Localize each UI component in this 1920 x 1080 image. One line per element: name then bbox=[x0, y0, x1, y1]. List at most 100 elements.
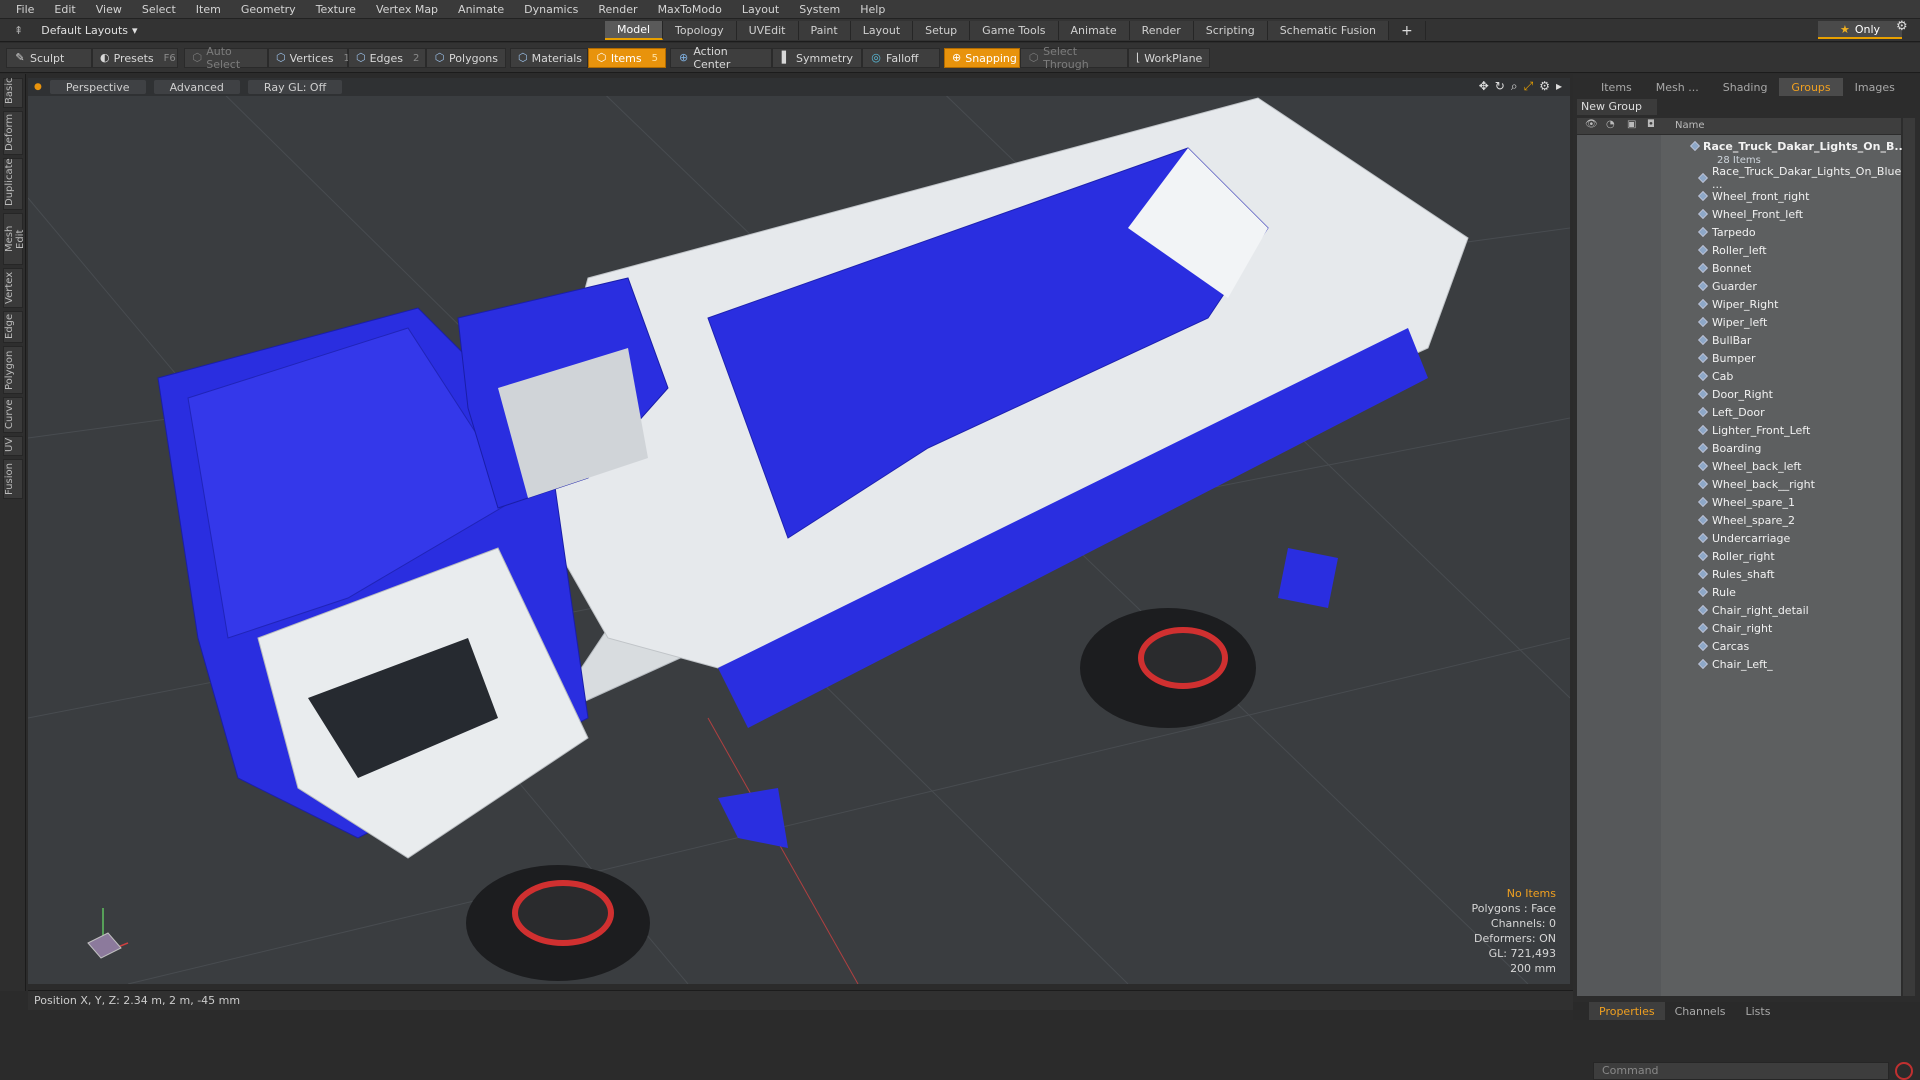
right-tab-shading[interactable]: Shading bbox=[1711, 78, 1780, 96]
menu-item-select[interactable]: Select bbox=[132, 0, 186, 19]
left-tab-mesh-edit[interactable]: Mesh Edit bbox=[3, 213, 26, 265]
left-tab-fusion[interactable]: Fusion bbox=[3, 459, 23, 499]
list-item[interactable]: Wheel_back_left bbox=[1577, 457, 1901, 475]
tab-layout[interactable]: Layout bbox=[850, 21, 914, 40]
rotate-icon[interactable]: ↻ bbox=[1495, 79, 1505, 94]
pan-icon[interactable]: ✥ bbox=[1479, 79, 1489, 94]
sculpt-button[interactable]: ✎ Sculpt bbox=[6, 48, 92, 68]
action-center-button[interactable]: ⊕ Action Center bbox=[670, 45, 772, 71]
right-tab-groups[interactable]: Groups bbox=[1779, 78, 1843, 96]
polygons-button[interactable]: ⬡ Polygons bbox=[426, 48, 506, 68]
advanced-button[interactable]: Advanced bbox=[153, 80, 240, 94]
presets-button[interactable]: ◐ Presets F6 bbox=[92, 48, 178, 68]
menu-item-geometry[interactable]: Geometry bbox=[231, 0, 306, 19]
list-item[interactable]: Wheel_spare_1 bbox=[1577, 493, 1901, 511]
tab-schematic-fusion[interactable]: Schematic Fusion bbox=[1267, 21, 1390, 40]
list-item[interactable]: Wheel_front_right bbox=[1577, 187, 1901, 205]
list-item[interactable]: Race_Truck_Dakar_Lights_On_Blue ... bbox=[1577, 165, 1901, 191]
list-item[interactable]: Rule bbox=[1577, 583, 1901, 601]
left-tab-vertex[interactable]: Vertex bbox=[3, 268, 23, 308]
command-record-icon[interactable] bbox=[1895, 1062, 1913, 1080]
right-tab-images[interactable]: Images bbox=[1843, 78, 1907, 96]
items-button[interactable]: ⬡ Items 5 bbox=[588, 48, 666, 68]
bottom-tab-lists[interactable]: Lists bbox=[1736, 1002, 1781, 1020]
list-item[interactable]: Door_Right bbox=[1577, 385, 1901, 403]
bottom-tab-properties[interactable]: Properties bbox=[1589, 1002, 1665, 1020]
left-tab-curve[interactable]: Curve bbox=[3, 397, 23, 433]
new-group-button[interactable]: New Group bbox=[1577, 99, 1657, 115]
menu-item-render[interactable]: Render bbox=[588, 0, 647, 19]
left-tab-edge[interactable]: Edge bbox=[3, 311, 23, 343]
menu-item-help[interactable]: Help bbox=[850, 0, 895, 19]
list-item[interactable]: Chair_Left_ bbox=[1577, 655, 1901, 673]
list-item[interactable]: BullBar bbox=[1577, 331, 1901, 349]
groups-list[interactable]: Race_Truck_Dakar_Lights_On_B... 28 Items R… bbox=[1577, 135, 1907, 996]
add-tab-icon[interactable]: + bbox=[1389, 21, 1426, 40]
menu-item-maxtomodo[interactable]: MaxToModo bbox=[648, 0, 732, 19]
vertices-button[interactable]: ⬡ Vertices 1 bbox=[268, 48, 350, 68]
list-item[interactable]: Wheel_spare_2 bbox=[1577, 511, 1901, 529]
edges-button[interactable]: ⬡ Edges 2 bbox=[348, 48, 426, 68]
command-input[interactable]: Command bbox=[1593, 1062, 1889, 1080]
list-item[interactable]: Chair_right_detail bbox=[1577, 601, 1901, 619]
maximize-icon[interactable]: ⤢ bbox=[1524, 79, 1534, 94]
list-item[interactable]: Wiper_Right bbox=[1577, 295, 1901, 313]
menu-item-system[interactable]: System bbox=[789, 0, 850, 19]
perspective-button[interactable]: Perspective bbox=[49, 80, 146, 94]
menu-item-dynamics[interactable]: Dynamics bbox=[514, 0, 588, 19]
right-tab-mesh-[interactable]: Mesh ... bbox=[1644, 78, 1711, 96]
tab-render[interactable]: Render bbox=[1129, 21, 1194, 40]
menu-item-vertex-map[interactable]: Vertex Map bbox=[366, 0, 448, 19]
left-tab-uv[interactable]: UV bbox=[3, 436, 23, 456]
workplane-button[interactable]: ⌊ WorkPlane bbox=[1128, 48, 1210, 68]
tab-topology[interactable]: Topology bbox=[663, 21, 737, 40]
list-item[interactable]: Chair_right bbox=[1577, 619, 1901, 637]
materials-button[interactable]: ⬡ Materials bbox=[510, 48, 588, 68]
tab-animate[interactable]: Animate bbox=[1058, 21, 1130, 40]
tab-setup[interactable]: Setup bbox=[913, 21, 971, 40]
gear-icon[interactable]: ⚙ bbox=[1896, 19, 1908, 34]
falloff-button[interactable]: ◎ Falloff bbox=[862, 48, 940, 68]
tab-paint[interactable]: Paint bbox=[798, 21, 851, 40]
menu-item-layout[interactable]: Layout bbox=[732, 0, 789, 19]
tab-uvedit[interactable]: UVEdit bbox=[736, 21, 799, 40]
raygl-button[interactable]: Ray GL: Off bbox=[247, 80, 343, 94]
left-tab-polygon[interactable]: Polygon bbox=[3, 346, 23, 394]
left-tab-duplicate[interactable]: Duplicate bbox=[3, 158, 23, 210]
menu-item-animate[interactable]: Animate bbox=[448, 0, 514, 19]
left-tab-deform[interactable]: Deform bbox=[3, 111, 23, 155]
viewport-gear-icon[interactable]: ⚙ bbox=[1539, 79, 1550, 94]
list-scrollbar[interactable] bbox=[1903, 118, 1915, 996]
right-tab-items[interactable]: Items bbox=[1589, 78, 1644, 96]
list-item[interactable]: Cab bbox=[1577, 367, 1901, 385]
menu-item-texture[interactable]: Texture bbox=[306, 0, 366, 19]
list-item[interactable]: Tarpedo bbox=[1577, 223, 1901, 241]
zoom-icon[interactable]: ⌕ bbox=[1511, 79, 1518, 94]
snapping-button[interactable]: ⊕ Snapping bbox=[944, 48, 1020, 68]
list-item[interactable]: Wiper_left bbox=[1577, 313, 1901, 331]
list-item[interactable]: Roller_left bbox=[1577, 241, 1901, 259]
list-item[interactable]: Wheel_Front_left bbox=[1577, 205, 1901, 223]
list-item[interactable]: Rules_shaft bbox=[1577, 565, 1901, 583]
list-item[interactable]: Bonnet bbox=[1577, 259, 1901, 277]
list-item[interactable]: Left_Door bbox=[1577, 403, 1901, 421]
left-tab-basic[interactable]: Basic bbox=[3, 78, 23, 108]
select-through-button[interactable]: ⬡ Select Through bbox=[1020, 45, 1128, 71]
auto-select-button[interactable]: ⬡ Auto Select bbox=[184, 45, 268, 71]
list-item[interactable]: Lighter_Front_Left bbox=[1577, 421, 1901, 439]
list-item[interactable]: Bumper bbox=[1577, 349, 1901, 367]
menu-item-view[interactable]: View bbox=[86, 0, 132, 19]
tab-game-tools[interactable]: Game Tools bbox=[970, 21, 1059, 40]
list-item[interactable]: Wheel_back__right bbox=[1577, 475, 1901, 493]
symmetry-button[interactable]: ▌ Symmetry bbox=[772, 48, 862, 68]
only-button[interactable]: ★ Only bbox=[1818, 21, 1902, 39]
menu-item-edit[interactable]: Edit bbox=[44, 0, 85, 19]
3d-viewport[interactable]: No Items Polygons : Face Channels: 0 Def… bbox=[28, 78, 1570, 984]
list-item[interactable]: Boarding bbox=[1577, 439, 1901, 457]
list-item[interactable]: Undercarriage bbox=[1577, 529, 1901, 547]
list-item[interactable]: Roller_right bbox=[1577, 547, 1901, 565]
play-icon[interactable]: ▸ bbox=[1556, 79, 1562, 94]
menu-item-file[interactable]: File bbox=[6, 0, 44, 19]
tab-scripting[interactable]: Scripting bbox=[1193, 21, 1268, 40]
list-item[interactable]: Carcas bbox=[1577, 637, 1901, 655]
